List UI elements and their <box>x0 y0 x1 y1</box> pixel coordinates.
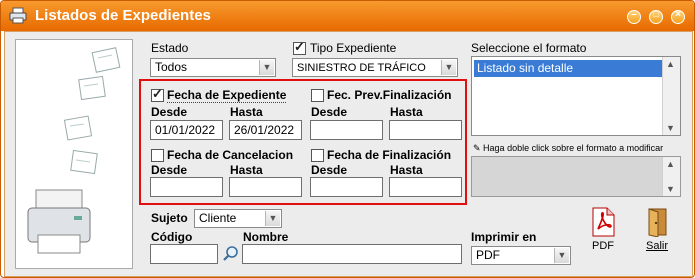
fec-prev-finalizacion-hasta-label: Hasta <box>390 105 423 119</box>
estado-select[interactable]: Todos ▼ <box>150 58 276 77</box>
fec-prev-finalizacion-label: Fec. Prev.Finalización <box>327 88 452 102</box>
estado-label: Estado <box>151 41 189 55</box>
fecha-finalizacion-hasta-input[interactable] <box>389 177 462 197</box>
fec-prev-finalizacion-desde-label: Desde <box>311 105 348 119</box>
fec-prev-finalizacion-desde-input[interactable] <box>310 120 383 140</box>
fecha-finalizacion-checkbox[interactable] <box>311 149 324 162</box>
close-icon: × <box>675 9 681 20</box>
detail-scrollbar[interactable]: ▲ ▼ <box>662 157 680 196</box>
maximize-button[interactable]: □ <box>649 9 663 24</box>
sujeto-label: Sujeto <box>151 211 188 225</box>
sujeto-value: Cliente <box>199 211 237 225</box>
sujeto-select[interactable]: Cliente ▼ <box>194 209 282 228</box>
fecha-expediente-checkbox[interactable] <box>151 86 164 102</box>
chevron-down-icon: ▼ <box>265 211 280 226</box>
fecha-expediente-desde-input[interactable]: 01/01/2022 <box>150 120 223 140</box>
side-illustration <box>15 39 133 269</box>
window-title: Listados de Expedientes <box>35 7 211 24</box>
maximize-icon: □ <box>652 9 660 20</box>
codigo-label: Código <box>151 230 193 244</box>
close-button[interactable]: × <box>671 9 685 24</box>
scroll-up-icon[interactable]: ▲ <box>666 59 675 69</box>
formato-label: Seleccione el formato <box>471 41 587 55</box>
fecha-finalizacion-desde-label: Desde <box>311 163 348 177</box>
fec-prev-finalizacion-hasta-input[interactable] <box>389 120 462 140</box>
formato-option-selected[interactable]: Listado sin detalle <box>474 60 665 77</box>
fecha-cancelacion-hasta-input[interactable] <box>229 177 302 197</box>
listados-expedientes-window: Listados de Expedientes – □ × Estado Tod… <box>0 0 695 278</box>
codigo-input[interactable] <box>150 244 218 264</box>
imprimir-value: PDF <box>476 248 500 262</box>
minimize-button[interactable]: – <box>627 9 641 24</box>
fecha-finalizacion-hasta-label: Hasta <box>390 163 423 177</box>
estado-value: Todos <box>155 60 188 74</box>
fec-prev-finalizacion-checkbox[interactable] <box>311 89 324 102</box>
salir-button-label: Salir <box>645 240 668 252</box>
scroll-down-icon[interactable]: ▼ <box>666 184 675 194</box>
formato-hint-text: Haga doble click sobre el formato a modi… <box>483 143 664 153</box>
fecha-cancelacion-checkbox[interactable] <box>151 149 164 162</box>
fecha-expediente-hasta-input[interactable]: 26/01/2022 <box>229 120 302 140</box>
salir-button[interactable]: Salir <box>641 207 673 252</box>
tipo-expediente-checkbox[interactable] <box>293 39 306 55</box>
imprimir-label: Imprimir en <box>471 230 537 244</box>
scroll-up-icon[interactable]: ▲ <box>666 159 675 169</box>
pdf-icon <box>592 207 615 237</box>
printer-icon <box>9 7 27 24</box>
nombre-label: Nombre <box>243 230 289 244</box>
documents-printer-illustration-icon <box>27 47 121 254</box>
fecha-cancelacion-desde-input[interactable] <box>150 177 223 197</box>
exit-door-icon <box>648 208 667 238</box>
fecha-expediente-hasta-label: Hasta <box>230 105 263 119</box>
formato-hint: ✎ Haga doble click sobre el formato a mo… <box>473 143 663 154</box>
formato-scrollbar[interactable]: ▲ ▼ <box>662 57 680 135</box>
chevron-down-icon: ▼ <box>259 60 274 75</box>
formato-detail-area: ▲ ▼ <box>471 156 681 197</box>
fecha-finalizacion-desde-input[interactable] <box>310 177 383 197</box>
fecha-cancelacion-label: Fecha de Cancelacion <box>167 148 294 162</box>
imprimir-select[interactable]: PDF ▼ <box>471 246 571 265</box>
fecha-expediente-desde-label: Desde <box>151 105 188 119</box>
scroll-down-icon[interactable]: ▼ <box>666 123 675 133</box>
tipo-expediente-value: SINIESTRO DE TRÁFICO <box>297 62 426 74</box>
fecha-cancelacion-hasta-label: Hasta <box>230 163 263 177</box>
nombre-input[interactable] <box>242 244 462 264</box>
fecha-cancelacion-desde-label: Desde <box>151 163 188 177</box>
fecha-finalizacion-label: Fecha de Finalización <box>327 148 452 162</box>
chevron-down-icon: ▼ <box>554 248 569 263</box>
pdf-button[interactable]: PDF <box>587 207 619 252</box>
search-icon[interactable] <box>222 245 240 263</box>
pencil-icon: ✎ <box>473 143 484 153</box>
tipo-expediente-select[interactable]: SINIESTRO DE TRÁFICO ▼ <box>292 58 458 77</box>
tipo-expediente-label: Tipo Expediente <box>310 41 397 55</box>
pdf-button-label: PDF <box>592 240 614 252</box>
formato-listbox[interactable]: Listado sin detalle ▲ ▼ <box>471 56 681 136</box>
minimize-icon: – <box>631 9 637 20</box>
title-bar[interactable]: Listados de Expedientes – □ × <box>1 1 694 31</box>
fecha-expediente-label: Fecha de Expediente <box>167 88 287 103</box>
chevron-down-icon: ▼ <box>441 60 456 75</box>
